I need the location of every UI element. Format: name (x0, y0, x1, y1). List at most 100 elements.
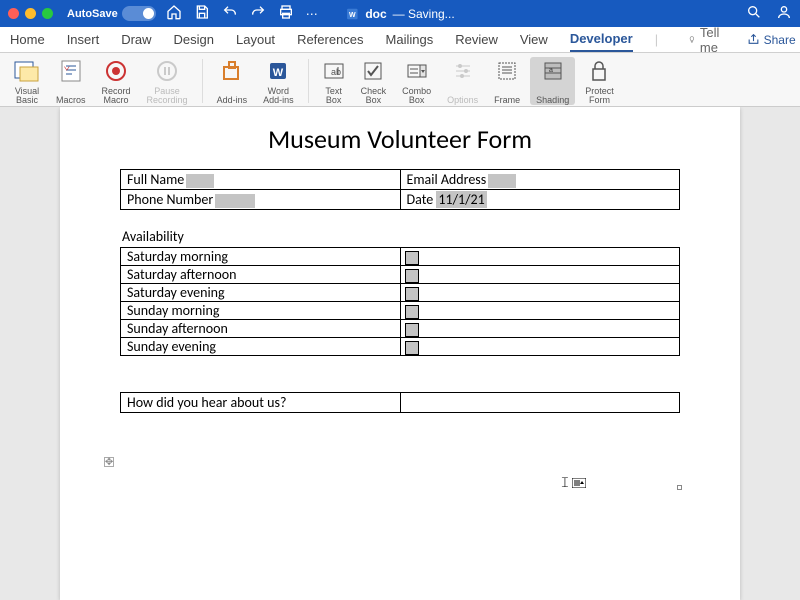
availability-row: Sunday evening (121, 338, 680, 356)
check-box-icon (363, 57, 383, 85)
lightbulb-icon (688, 33, 696, 46)
availability-slot-label: Sunday morning (121, 302, 401, 320)
availability-row: Sunday morning (121, 302, 680, 320)
search-icon[interactable] (746, 4, 762, 23)
shading-button[interactable]: a Shading (530, 57, 575, 105)
combo-box-icon (406, 57, 428, 85)
phone-cell[interactable]: Phone Number (121, 190, 401, 210)
email-field[interactable] (488, 174, 516, 188)
text-box-icon: ab (323, 57, 345, 85)
table-resize-handle[interactable] (677, 485, 682, 490)
ribbon-toolbar: Visual Basic Macros Record Macro Pause R… (0, 53, 800, 107)
autosave-toggle[interactable] (122, 6, 156, 21)
window-controls (8, 8, 53, 19)
tab-layout[interactable]: Layout (236, 28, 275, 51)
availability-checkbox-cell[interactable] (400, 302, 680, 320)
zoom-window-icon[interactable] (42, 8, 53, 19)
word-addins-icon: W (267, 57, 289, 85)
pause-recording-button: Pause Recording (141, 57, 194, 105)
checkbox-field[interactable] (405, 251, 419, 265)
cursor: 𝙸 (560, 476, 586, 492)
close-window-icon[interactable] (8, 8, 19, 19)
document-canvas[interactable]: Museum Volunteer Form Full Name Email Ad… (0, 107, 800, 600)
email-cell[interactable]: Email Address (400, 170, 680, 190)
check-box-button[interactable]: Check Box (355, 57, 393, 105)
record-macro-button[interactable]: Record Macro (96, 57, 137, 105)
quick-access-toolbar: ⋯ (166, 4, 319, 23)
phone-field[interactable] (215, 194, 255, 208)
frame-button[interactable]: Frame (488, 57, 526, 105)
tab-design[interactable]: Design (174, 28, 214, 51)
macros-icon (60, 57, 82, 85)
combo-box-button[interactable]: Combo Box (396, 57, 437, 105)
document-page: Museum Volunteer Form Full Name Email Ad… (60, 107, 740, 600)
addins-button[interactable]: Add-ins (211, 57, 254, 105)
checkbox-field[interactable] (405, 323, 419, 337)
checkbox-field[interactable] (405, 305, 419, 319)
tell-me[interactable]: Tell me (688, 25, 725, 55)
minimize-window-icon[interactable] (25, 8, 36, 19)
tab-home[interactable]: Home (10, 28, 45, 51)
availability-row: Sunday afternoon (121, 320, 680, 338)
print-icon[interactable] (278, 4, 294, 23)
frame-icon (497, 57, 517, 85)
save-icon[interactable] (194, 4, 210, 23)
full-name-cell[interactable]: Full Name (121, 170, 401, 190)
availability-checkbox-cell[interactable] (400, 320, 680, 338)
tab-mailings[interactable]: Mailings (386, 28, 434, 51)
combo-cursor-icon (572, 477, 586, 491)
macros-button[interactable]: Macros (50, 57, 92, 105)
availability-table: Saturday morningSaturday afternoonSaturd… (120, 247, 680, 356)
availability-label: Availability (122, 228, 680, 245)
home-icon[interactable] (166, 4, 182, 23)
svg-text:W: W (273, 67, 284, 79)
availability-checkbox-cell[interactable] (400, 266, 680, 284)
text-box-button[interactable]: ab Text Box (317, 57, 351, 105)
word-addins-button[interactable]: W Word Add-ins (257, 57, 300, 105)
lock-icon (590, 57, 608, 85)
tab-review[interactable]: Review (455, 28, 498, 51)
availability-row: Saturday afternoon (121, 266, 680, 284)
availability-slot-label: Saturday evening (121, 284, 401, 302)
text-cursor-icon: 𝙸 (560, 476, 570, 492)
more-icon[interactable]: ⋯ (306, 7, 319, 21)
availability-checkbox-cell[interactable] (400, 338, 680, 356)
availability-slot-label: Sunday evening (121, 338, 401, 356)
date-field[interactable]: 11/1/21 (436, 191, 486, 208)
addins-icon (221, 57, 243, 85)
options-icon (453, 57, 473, 85)
tab-developer[interactable]: Developer (570, 27, 633, 52)
form-title: Museum Volunteer Form (120, 123, 680, 155)
autosave-label: AutoSave (67, 8, 118, 20)
availability-checkbox-cell[interactable] (400, 284, 680, 302)
checkbox-field[interactable] (405, 269, 419, 283)
availability-row: Saturday morning (121, 248, 680, 266)
shading-icon: a (543, 57, 563, 85)
tab-draw[interactable]: Draw (121, 28, 151, 51)
availability-row: Saturday evening (121, 284, 680, 302)
checkbox-field[interactable] (405, 287, 419, 301)
visual-basic-button[interactable]: Visual Basic (8, 57, 46, 105)
account-icon[interactable] (776, 4, 792, 23)
share-button[interactable]: Share (747, 33, 796, 47)
protect-form-button[interactable]: Protect Form (579, 57, 620, 105)
undo-icon[interactable] (222, 4, 238, 23)
visual-basic-icon (14, 57, 40, 85)
availability-slot-label: Sunday afternoon (121, 320, 401, 338)
save-status: — Saving... (393, 7, 455, 21)
date-cell[interactable]: Date 11/1/21 (400, 190, 680, 210)
full-name-field[interactable] (186, 174, 214, 188)
table-anchor-icon[interactable]: ✥ (104, 457, 114, 467)
tab-view[interactable]: View (520, 28, 548, 51)
availability-checkbox-cell[interactable] (400, 248, 680, 266)
tab-insert[interactable]: Insert (67, 28, 100, 51)
checkbox-field[interactable] (405, 341, 419, 355)
hear-response-cell[interactable] (400, 393, 680, 413)
document-title: W doc — Saving... (345, 7, 454, 21)
pause-icon (156, 57, 178, 85)
tab-references[interactable]: References (297, 28, 363, 51)
title-bar: AutoSave ⋯ W doc — Saving... (0, 0, 800, 27)
redo-icon[interactable] (250, 4, 266, 23)
svg-text:ab: ab (331, 67, 341, 77)
svg-text:a: a (549, 67, 553, 74)
